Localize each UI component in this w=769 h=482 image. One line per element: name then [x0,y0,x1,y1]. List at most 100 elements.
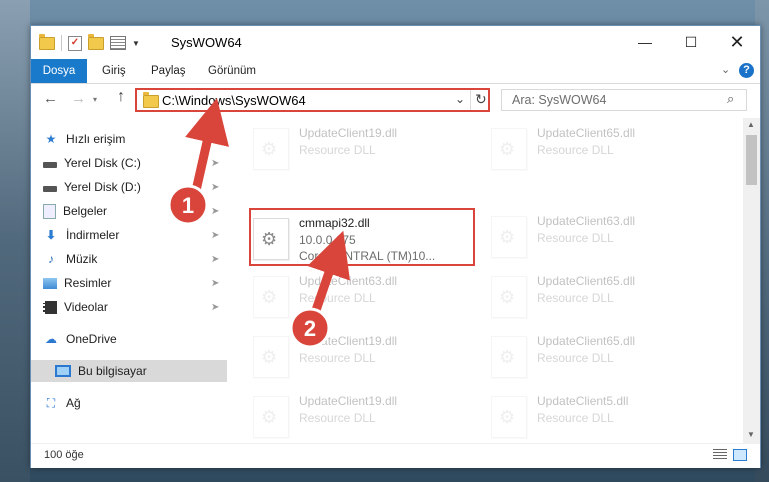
video-icon [43,300,57,314]
network-icon: ⛶ [46,396,56,410]
window-title: SysWOW64 [171,35,242,50]
pin-icon: ➤ [211,181,220,193]
tab-home[interactable]: Giriş [102,59,126,83]
ribbon-tabs: Dosya Giriş Paylaş Görünüm ⌄ ? [31,59,760,84]
status-bar: 100 öğe [31,443,760,468]
pin-icon: ➤ [211,253,220,265]
properties-check-icon[interactable]: ✓ [68,35,82,51]
address-bar[interactable]: C:\Windows\SysWOW64 ⌄ ↻ [135,88,490,112]
file-list: UpdateClient19.dll Resource DLL cmmapi32… [227,118,743,443]
large-icons-view-icon[interactable] [733,449,747,461]
back-button[interactable]: ← [43,90,58,107]
sidebar-item-pictures[interactable]: Resimler ➤ [43,272,223,294]
sidebar-item-label: Hızlı erişim [66,132,126,146]
sidebar-item-label: Resimler [64,276,112,290]
close-button[interactable]: ✕ [714,26,760,58]
file-item[interactable]: UpdateClient65.dll Resource DLL [489,330,709,380]
dll-file-icon [253,336,289,378]
sidebar-item-this-pc[interactable]: Bu bilgisayar [31,360,227,382]
sidebar-item-local-disk-d[interactable]: Yerel Disk (D:) ➤ [43,176,223,198]
minimize-button[interactable]: — [622,26,668,58]
sidebar-item-label: Yerel Disk (C:) [64,156,141,170]
address-dropdown-icon[interactable]: ⌄ [455,92,465,106]
dll-file-icon [253,218,289,260]
file-name: UpdateClient63.dll [299,274,398,288]
address-divider [470,90,471,110]
dll-file-icon [491,396,527,438]
file-name: UpdateClient65.dll [537,334,636,348]
file-item[interactable]: UpdateClient19.dll Resource DLL [251,330,471,380]
sidebar-item-label: Ağ [66,396,81,410]
file-item[interactable]: UpdateClient65.dll Resource DLL [489,122,709,172]
customize-list-icon[interactable] [110,36,126,50]
tab-view[interactable]: Görünüm [208,59,256,83]
chevron-down-icon[interactable]: ▼ [132,39,140,48]
file-name: UpdateClient65.dll [537,126,636,140]
file-explorer-window: ✓ ▼ SysWOW64 — ☐ ✕ Dosya Giriş Paylaş Gö… [30,25,761,468]
new-folder-icon[interactable] [88,33,104,50]
tab-share[interactable]: Paylaş [151,59,186,83]
tab-file[interactable]: Dosya [31,59,87,83]
file-name: UpdateClient65.dll [537,274,636,288]
file-item-selected[interactable]: cmmapi32.dll 10.0.0.675 CorelCENTRAL (TM… [249,208,475,266]
sidebar-item-videos[interactable]: Videolar ➤ [43,296,223,318]
file-item[interactable]: UpdateClient19.dll Resource DLL [251,390,471,440]
vertical-scrollbar[interactable]: ▲ ▼ [743,118,760,443]
disk-icon [43,185,57,192]
document-icon [43,203,56,219]
folder-icon [39,33,55,50]
scrollbar-thumb[interactable] [746,135,757,185]
details-view-icon[interactable] [713,449,727,461]
navigation-bar: ← → ▾ ↑ C:\Windows\SysWOW64 ⌄ ↻ Ara: Sys… [31,84,760,116]
file-item[interactable]: cmmapi32.dll 10.0.0.675 CorelCENTRAL (TM… [251,212,471,263]
refresh-icon[interactable]: ↻ [475,91,487,108]
folder-icon [143,92,159,108]
file-item[interactable]: UpdateClient63.dll Resource DLL [489,210,709,260]
search-input[interactable]: Ara: SysWOW64 ⌕ [501,89,747,111]
maximize-button[interactable]: ☐ [668,26,714,58]
file-description: Resource DLL [537,143,614,157]
title-bar: ✓ ▼ SysWOW64 — ☐ ✕ [31,26,760,60]
file-item[interactable]: UpdateClient19.dll Resource DLL [251,122,471,172]
file-description: CorelCENTRAL (TM)10... [299,249,436,263]
address-path[interactable]: C:\Windows\SysWOW64 [162,93,306,108]
sidebar-item-label: İndirmeler [66,228,120,242]
file-description: Resource DLL [537,351,614,365]
up-button[interactable]: ↑ [117,88,125,106]
help-icon[interactable]: ? [739,63,754,78]
sidebar-item-downloads[interactable]: ⬇ İndirmeler ➤ [43,224,223,246]
download-icon: ⬇ [45,228,57,242]
file-description: Resource DLL [299,411,376,425]
search-icon[interactable]: ⌕ [727,91,734,107]
disk-icon [43,161,57,168]
dll-file-icon [491,276,527,318]
pictures-icon [43,277,57,289]
forward-button[interactable]: → [71,90,86,107]
toolbar-divider [61,35,62,51]
sidebar-item-quick-access[interactable]: ★ Hızlı erişim [43,128,223,150]
recent-locations-button[interactable]: ▾ [93,95,97,104]
dll-file-icon [253,128,289,170]
sidebar-item-local-disk-c[interactable]: Yerel Disk (C:) ➤ [43,152,223,174]
file-item[interactable]: UpdateClient65.dll Resource DLL [489,270,709,320]
file-description: Resource DLL [299,291,376,305]
sidebar-item-music[interactable]: ♪ Müzik ➤ [43,248,223,270]
scroll-down-icon[interactable]: ▼ [747,430,755,439]
sidebar-item-network[interactable]: ⛶ Ağ [43,392,223,414]
scroll-up-icon[interactable]: ▲ [747,120,755,129]
file-description: Resource DLL [299,143,376,157]
dll-file-icon [491,336,527,378]
sidebar-item-documents[interactable]: Belgeler ➤ [43,200,223,222]
dll-file-icon [253,276,289,318]
file-name: UpdateClient19.dll [299,334,398,348]
file-description: Resource DLL [299,351,376,365]
expand-ribbon-icon[interactable]: ⌄ [721,63,730,76]
dll-file-icon [491,128,527,170]
file-description: Resource DLL [537,231,614,245]
file-version: 10.0.0.675 [299,233,356,247]
star-icon: ★ [45,132,57,146]
file-item[interactable]: UpdateClient5.dll Resource DLL [489,390,709,440]
sidebar-item-onedrive[interactable]: ☁ OneDrive [43,328,223,350]
file-name: UpdateClient19.dll [299,126,398,140]
file-item[interactable]: UpdateClient63.dll Resource DLL [251,270,471,320]
